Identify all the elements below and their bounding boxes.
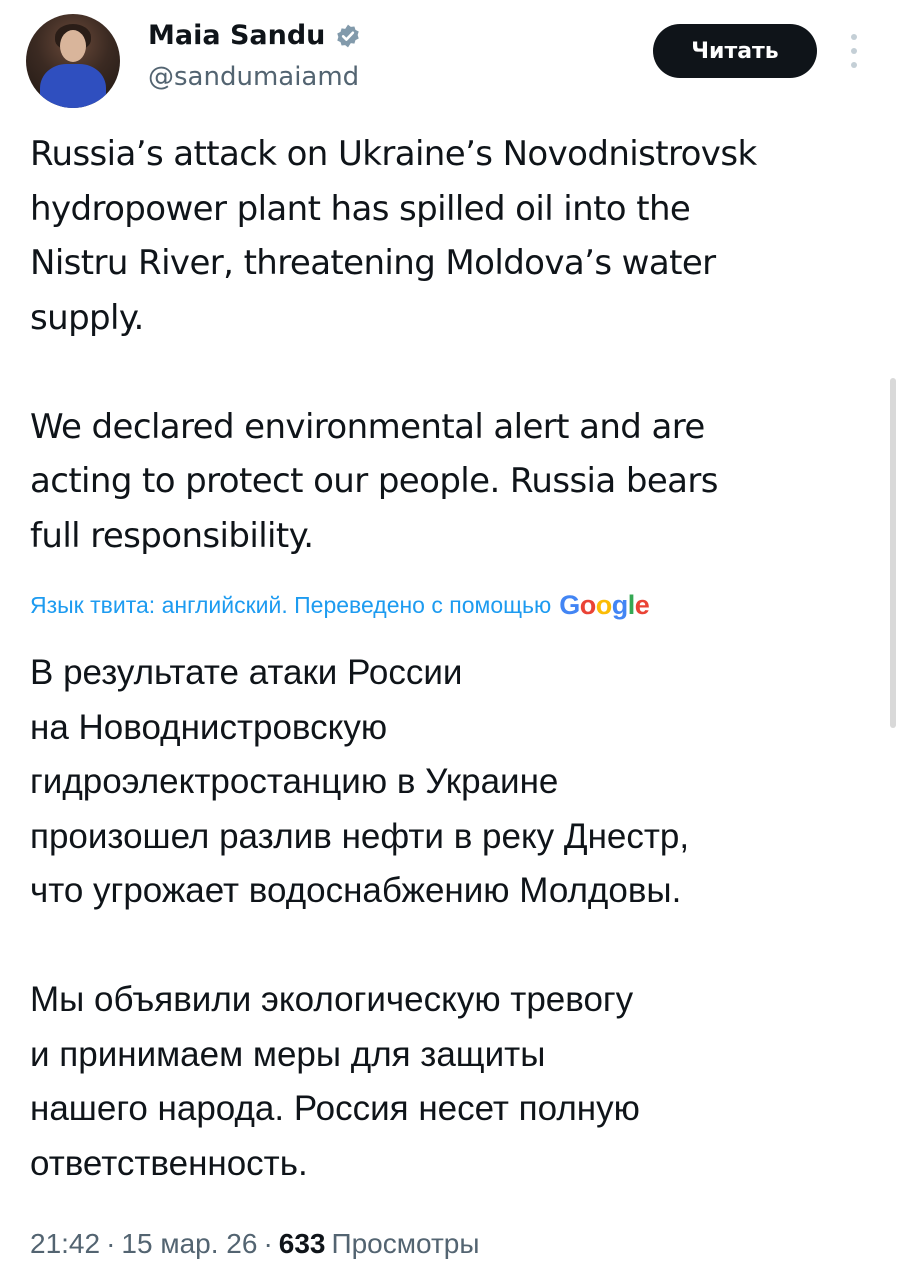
more-dot [851, 48, 857, 54]
author-handle[interactable]: @sandumaiamd [148, 62, 359, 92]
author-name[interactable]: Maia Sandu [148, 20, 325, 51]
views-count[interactable]: 633 [279, 1228, 326, 1260]
scrollbar[interactable] [890, 378, 896, 728]
more-dot [851, 34, 857, 40]
more-dot [851, 62, 857, 68]
follow-button[interactable]: Читать [653, 24, 817, 78]
google-logo-letter: G [559, 590, 580, 620]
google-logo: Google [559, 590, 650, 621]
tweet-paragraph: Russia’s attack on Ukraine’s Novodnistro… [30, 134, 757, 338]
tweet-time[interactable]: 21:42 [30, 1228, 100, 1260]
verified-badge-icon [337, 24, 360, 47]
tweet-text: Russia’s attack on Ukraine’s Novodnistro… [30, 127, 880, 563]
google-logo-letter: e [634, 590, 650, 620]
translated-paragraph: В результате атаки России на Новоднистро… [30, 653, 690, 910]
translated-paragraph: Мы объявили экологическую тревогу и прин… [30, 980, 640, 1183]
tweet-paragraph: We declared environmental alert and are … [30, 406, 718, 556]
tweet-meta: 21:42 · 15 мар. 26 · 633 Просмотры [30, 1228, 479, 1260]
views-label[interactable]: Просмотры [331, 1228, 479, 1260]
meta-separator: · [106, 1228, 116, 1259]
google-logo-letter: g [611, 590, 629, 620]
tweet-header: Maia Sandu @sandumaiamd Читать [0, 0, 898, 120]
author-name-row: Maia Sandu [148, 20, 361, 51]
tweet-date[interactable]: 15 мар. 26 [121, 1228, 257, 1260]
avatar-face [60, 30, 86, 62]
avatar[interactable] [26, 14, 120, 108]
avatar-suit [40, 64, 106, 108]
translated-text: В результате атаки России на Новоднистро… [30, 646, 880, 1191]
google-logo-letter: l [627, 590, 636, 620]
translation-notice: Язык твита: английский. Переведено с пом… [30, 592, 552, 618]
more-vertical-icon[interactable] [846, 34, 862, 68]
meta-separator: · [263, 1228, 273, 1259]
google-logo-letter: o [579, 590, 597, 620]
google-logo-letter: o [595, 590, 613, 620]
translation-notice-link[interactable]: Язык твита: английский. Переведено с пом… [30, 590, 870, 621]
